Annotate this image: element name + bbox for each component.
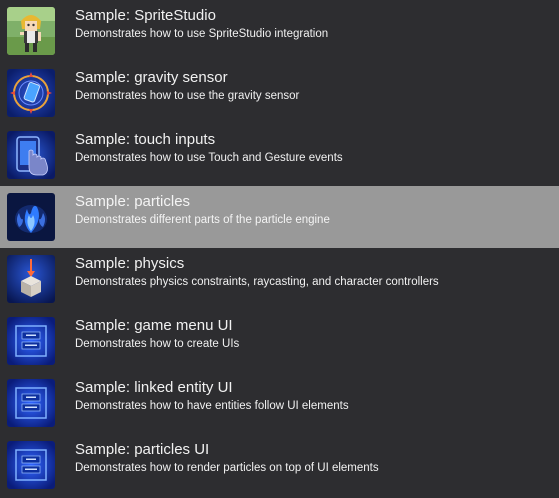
sample-description: Demonstrates how to use Touch and Gestur…	[75, 152, 343, 164]
sample-description: Demonstrates how to use the gravity sens…	[75, 90, 300, 102]
sample-title: Sample: gravity sensor	[75, 69, 228, 86]
sample-description: Demonstrates how to render particles on …	[75, 462, 379, 474]
sample-description: Demonstrates how to use SpriteStudio int…	[75, 28, 329, 40]
sample-description: Demonstrates physics constraints, raycas…	[75, 276, 439, 288]
sample-title: Sample: linked entity UI	[75, 379, 233, 396]
sample-title: Sample: physics	[75, 255, 185, 272]
ui-panel-icon	[7, 379, 55, 427]
sample-item-particles-ui[interactable]: Sample: particles UI Demonstrates how to…	[0, 434, 559, 496]
sample-description: Demonstrates how to create UIs	[75, 338, 240, 350]
sample-description: Demonstrates different parts of the part…	[75, 214, 330, 226]
gravity-sensor-icon	[7, 69, 55, 117]
sample-item-particles[interactable]: Sample: particles Demonstrates different…	[0, 186, 559, 248]
ui-panel-icon	[7, 441, 55, 489]
sample-title: Sample: SpriteStudio	[75, 7, 216, 24]
physics-cube-icon	[7, 255, 55, 303]
sample-item-game-menu-ui[interactable]: Sample: game menu UI Demonstrates how to…	[0, 310, 559, 372]
sample-item-gravity-sensor[interactable]: Sample: gravity sensor Demonstrates how …	[0, 62, 559, 124]
sample-title: Sample: touch inputs	[75, 131, 216, 148]
touch-hand-icon	[7, 131, 55, 179]
sample-item-touch-inputs[interactable]: Sample: touch inputs Demonstrates how to…	[0, 124, 559, 186]
ui-panel-icon	[7, 317, 55, 365]
particles-flame-icon	[7, 193, 55, 241]
sample-item-spritestudio[interactable]: Sample: SpriteStudio Demonstrates how to…	[0, 0, 559, 62]
spritestudio-character-icon	[7, 7, 55, 55]
sample-item-physics[interactable]: Sample: physics Demonstrates physics con…	[0, 248, 559, 310]
sample-list: Sample: SpriteStudio Demonstrates how to…	[0, 0, 559, 498]
sample-title: Sample: game menu UI	[75, 317, 233, 334]
sample-description: Demonstrates how to have entities follow…	[75, 400, 349, 412]
sample-title: Sample: particles UI	[75, 441, 210, 458]
sample-title: Sample: particles	[75, 193, 191, 210]
sample-item-linked-entity-ui[interactable]: Sample: linked entity UI Demonstrates ho…	[0, 372, 559, 434]
